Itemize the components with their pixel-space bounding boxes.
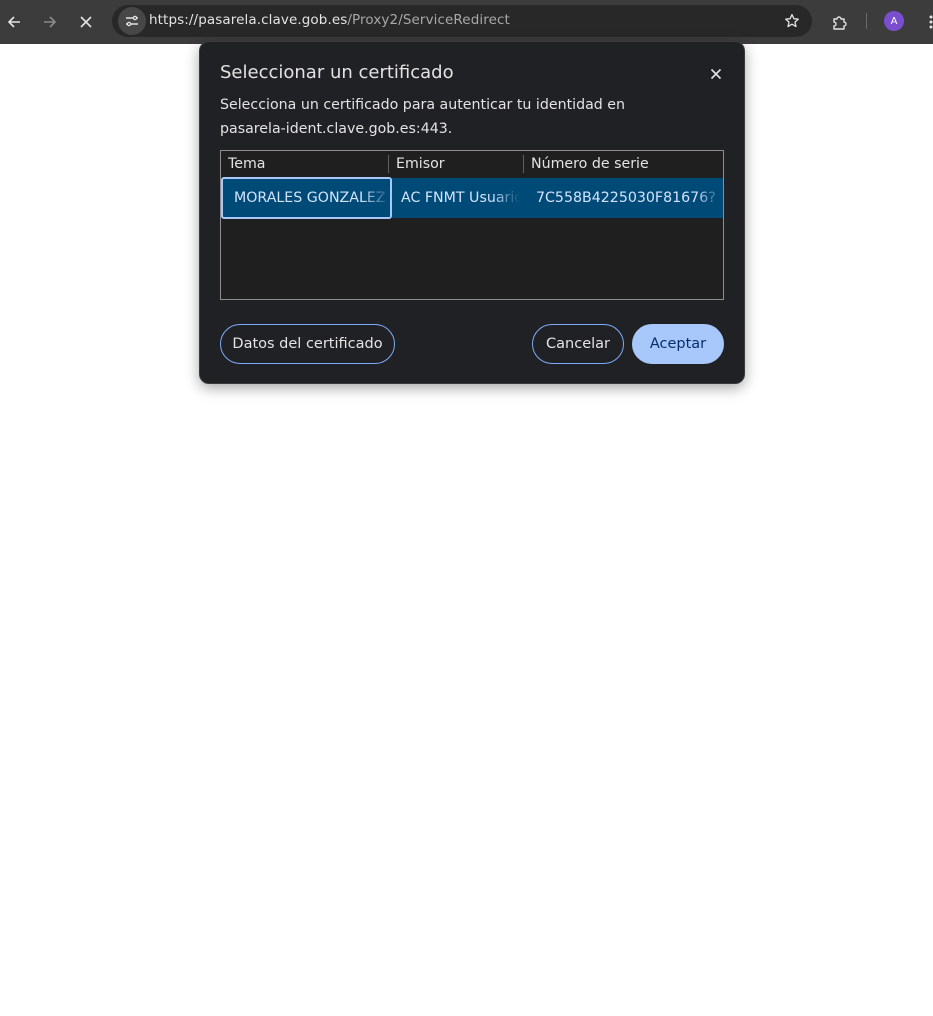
close-icon[interactable] xyxy=(72,8,100,36)
arrow-right-icon[interactable] xyxy=(36,8,64,36)
serial-text: 7C558B4225030F81676? xyxy=(536,190,716,206)
certificate-dialog: Seleccionar un certificado Selecciona un… xyxy=(199,41,745,384)
certificate-details-button[interactable]: Datos del certificado xyxy=(220,324,395,364)
accept-button[interactable]: Aceptar xyxy=(632,324,724,364)
cell-serial: 7C558B4225030F81676? xyxy=(529,178,723,218)
url-text[interactable]: https://pasarela.clave.gob.es/Proxy2/Ser… xyxy=(149,12,510,28)
url-path: /Proxy2/ServiceRedirect xyxy=(347,12,510,28)
dialog-description: Selecciona un certificado para autentica… xyxy=(220,97,626,137)
table-row[interactable]: MORALES GONZALEZ AC FNMT Usuarios 7C558B… xyxy=(221,177,723,219)
toolbar-divider xyxy=(866,13,867,29)
cell-subject: MORALES GONZALEZ xyxy=(221,177,392,219)
column-header-tema[interactable]: Tema xyxy=(221,151,389,177)
dialog-title: Seleccionar un certificado xyxy=(220,62,454,83)
address-bar[interactable]: https://pasarela.clave.gob.es/Proxy2/Ser… xyxy=(112,5,812,37)
url-host: https://pasarela.clave.gob.es xyxy=(149,12,348,28)
certificate-table: Tema Emisor Número de serie MORALES GONZ… xyxy=(220,150,724,300)
column-header-emisor[interactable]: Emisor xyxy=(389,151,524,177)
avatar[interactable]: A xyxy=(884,11,904,31)
tune-icon[interactable] xyxy=(118,7,146,35)
cancel-button[interactable]: Cancelar xyxy=(532,324,624,364)
close-icon[interactable] xyxy=(702,60,730,88)
cell-issuer: AC FNMT Usuarios xyxy=(394,178,520,218)
text-fade xyxy=(362,179,390,217)
more-vert-icon[interactable] xyxy=(917,8,933,36)
star-icon[interactable] xyxy=(778,7,806,35)
arrow-left-icon[interactable] xyxy=(0,8,28,36)
text-fade xyxy=(695,178,723,218)
puzzle-icon[interactable] xyxy=(826,8,854,36)
text-fade xyxy=(492,178,520,218)
browser-toolbar: https://pasarela.clave.gob.es/Proxy2/Ser… xyxy=(0,0,933,44)
column-header-serial[interactable]: Número de serie xyxy=(524,151,723,177)
